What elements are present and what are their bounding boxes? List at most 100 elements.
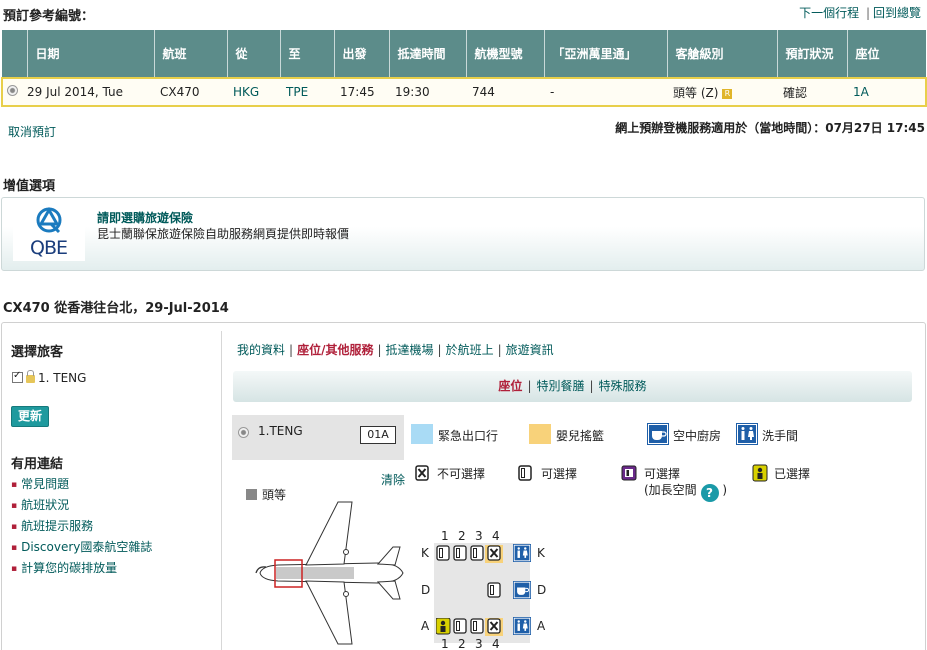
cell-status: 確認 [777,77,847,107]
top-links: 下一個行程 | 回到總覽 [799,4,921,21]
back-to-overview-link[interactable]: 回到總覽 [873,6,921,20]
tab-seat-services[interactable]: 座位/其他服務 [297,343,373,357]
cell-seat[interactable]: 1A [847,77,927,107]
row-number: 4 [492,637,500,650]
col-select [2,30,28,78]
cell-from[interactable]: HKG [227,77,280,107]
col-cabin: 客艙級別 [667,30,778,78]
column-label-k: K [421,546,429,560]
clear-link[interactable]: 清除 [381,471,405,488]
cell-date: 29 Jul 2014, Tue [27,77,154,107]
galley-icon [647,423,669,445]
bassinet-label: 嬰兒搖籃 [556,429,605,443]
col-date: 日期 [27,30,155,78]
cell-to[interactable]: TPE [280,77,334,107]
faq-link[interactable]: 常見問題 [21,477,69,491]
cell-flight: CX470 [154,77,227,107]
column-label-d: D [421,583,431,597]
row-number: 3 [475,637,483,650]
column-label-d-right: D [537,583,547,597]
help-icon[interactable]: ? [700,484,719,502]
next-itinerary-link[interactable]: 下一個行程 [799,6,859,20]
galley-label: 空中廚房 [673,429,722,443]
column-label-a-right: A [537,619,546,633]
row-k-seats[interactable] [436,545,512,563]
col-status: 預訂狀況 [777,30,848,78]
col-seat: 座位 [847,30,926,78]
list-item[interactable]: 計算您的碳排放量 [11,560,152,581]
seat-1k [436,545,450,561]
checkbox-icon[interactable] [12,370,23,383]
col-from: 從 [227,30,281,78]
useful-links-list: 常見問題 航班狀況 航班提示服務 Discovery國泰航空雜誌 計算您的碳排放… [11,476,152,581]
main-nav: 我的資料 | 座位/其他服務 | 抵達機場 | 於航班上 | 旅遊資訊 [237,343,554,357]
galley-icon [513,581,531,602]
extra-legroom-icon [621,465,637,484]
extra-legroom-label: 可選擇 [644,467,681,481]
selected-label: 已選擇 [774,467,811,481]
sub-tab-special[interactable]: 特殊服務 [599,379,647,393]
insurance-link[interactable]: 請即選購旅遊保險 [97,209,193,226]
cell-cabin: 頭等 (Z) R [667,77,777,107]
insurance-banner[interactable]: QBE 請即選購旅遊保險 昆士蘭聯保旅遊保險自助服務網頁提供即時報價 [1,197,925,271]
cell-depart: 17:45 [334,77,389,107]
list-item[interactable]: 航班狀況 [11,497,152,518]
exit-row-label: 緊急出口行 [438,429,499,443]
value-added-title: 增值選項 [3,179,56,194]
row-a-seats[interactable] [436,618,512,636]
cancel-booking-link[interactable]: 取消預訂 [8,123,56,140]
select-passenger-title: 選擇旅客 [11,345,64,360]
list-item[interactable]: 航班提示服務 [11,518,152,539]
passenger-checkbox-row[interactable]: 1. TENG [12,370,87,385]
extra-legroom-note: (加長空間 ? ) [644,483,728,502]
qbe-logo-text: QBE [30,237,68,259]
col-asia-miles: 「亞洲萬里通」 [544,30,668,78]
seat-2a [453,618,467,634]
seat-4k [487,545,501,561]
list-item[interactable]: Discovery國泰航空雜誌 [11,539,152,560]
tab-arrive-airport[interactable]: 抵達機場 [386,343,434,357]
flight-table: 日期 航班 從 至 出發 抵達時間 航機型號 「亞洲萬里通」 客艙級別 預訂狀況… [1,30,927,107]
row-number: 1 [441,529,449,543]
passenger-name: 1.TENG [258,424,303,438]
col-to: 至 [280,30,335,78]
col-aircraft: 航機型號 [466,30,545,78]
seat-4a [487,618,501,634]
passenger-seat-box[interactable]: 1.TENG 01A [232,415,404,460]
unavailable-seat-icon [415,465,429,484]
divider [221,331,222,650]
insurance-subtitle: 昆士蘭聯保旅遊保險自助服務網頁提供即時報價 [97,227,350,241]
available-label: 可選擇 [541,467,578,481]
row-d-seats[interactable] [436,582,512,600]
discovery-link[interactable]: Discovery國泰航空雜誌 [21,540,152,554]
exit-row-swatch [411,424,433,444]
carbon-calc-link[interactable]: 計算您的碳排放量 [21,561,117,575]
cell-aircraft: 744 [466,77,544,107]
seat-3a [470,618,484,634]
tab-travel-info[interactable]: 旅遊資訊 [506,343,554,357]
list-item[interactable]: 常見問題 [11,476,152,497]
radio-icon[interactable] [238,427,249,438]
seat-tag: 01A [360,426,396,444]
tab-my-info[interactable]: 我的資料 [237,343,285,357]
available-seat-icon [518,465,532,484]
sub-tab-meal[interactable]: 特別餐膳 [536,379,584,393]
tab-on-flight[interactable]: 於航班上 [446,343,494,357]
sub-tab-seat[interactable]: 座位 [498,379,522,393]
lock-icon [26,370,35,383]
seat-4d [487,582,501,598]
passenger-label: 1. TENG [38,371,87,385]
lavatory-icon [513,544,531,565]
row-radio[interactable] [1,77,27,107]
flight-status-link[interactable]: 航班狀況 [21,498,69,512]
row-number: 2 [458,637,466,650]
column-label-a: A [421,619,430,633]
update-button[interactable]: 更新 [11,406,49,427]
radio-icon[interactable] [7,85,18,96]
seat-1a-selected [436,618,451,635]
flight-alert-link[interactable]: 航班提示服務 [21,519,93,533]
qbe-logo: QBE [13,205,85,261]
row-number: 1 [441,637,449,650]
lavatory-icon [513,617,531,638]
table-row[interactable]: 29 Jul 2014, Tue CX470 HKG TPE 17:45 19:… [1,77,927,107]
